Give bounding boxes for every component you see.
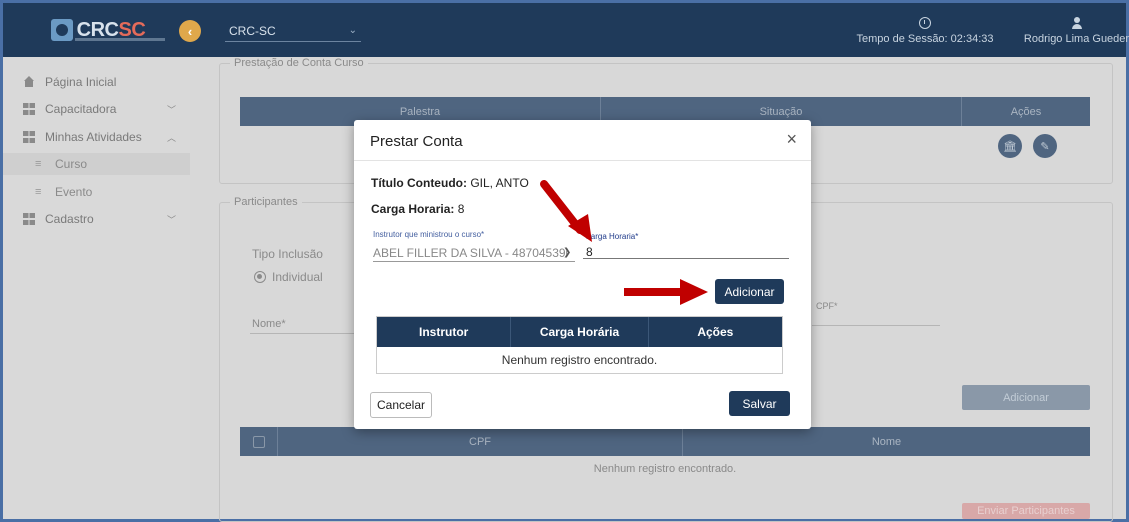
nome-field[interactable] [250, 333, 360, 334]
chevron-left-icon: ‹ [187, 23, 193, 39]
logo-area: CRCSC [3, 3, 193, 57]
participantes-empty-message: Nenhum registro encontrado. [593, 463, 737, 475]
adicionar-instrutor-button[interactable]: Adicionar [715, 279, 784, 304]
carga-horaria-input-value: 8 [586, 245, 593, 259]
select-all-cell [240, 427, 278, 456]
instrutor-select[interactable] [373, 261, 575, 262]
sidebar-item-label: Cadastro [45, 212, 94, 226]
section-legend: Participantes [230, 196, 302, 208]
sidebar-item-label: Minhas Atividades [45, 130, 142, 144]
carga-horaria-input[interactable] [583, 258, 789, 259]
titulo-conteudo-value: GIL, ANTO [466, 176, 529, 190]
sidebar-item-label: Curso [55, 157, 88, 171]
column-header-carga-horaria: Carga Horária [511, 317, 649, 347]
grid-icon [23, 131, 35, 143]
participantes-table-header: CPF Nome [240, 427, 1090, 456]
chevron-down-icon: ⌄ [348, 25, 357, 36]
collapse-sidebar-button[interactable]: ‹ [179, 20, 201, 42]
carga-horaria-label: Carga Horaria: [371, 202, 455, 216]
grid-icon [23, 103, 35, 115]
chevron-down-icon: ﹀ [166, 214, 176, 225]
clock-icon [919, 17, 931, 29]
annotation-arrow-right-icon [624, 279, 708, 305]
tipo-inclusao-label: Tipo Inclusão [252, 247, 323, 261]
carga-horaria-info: Carga Horaria: 8 [371, 202, 464, 216]
user-icon [1071, 17, 1082, 29]
radio-individual[interactable] [254, 271, 266, 283]
session-timer: Tempo de Sessão: 02:34:33 [855, 17, 995, 45]
sidebar-item-label: Página Inicial [45, 75, 117, 89]
cpf-field[interactable] [812, 325, 940, 326]
instrutores-table-header: Instrutor Carga Horária Ações [377, 317, 782, 347]
logo-subtitle-graphic [75, 38, 165, 41]
carga-horaria-value: 8 [454, 202, 465, 216]
chevron-down-icon: ﹀ [166, 104, 176, 115]
cpf-field-label: CPF* [816, 301, 838, 311]
column-header-acoes: Ações [697, 325, 734, 339]
modal-divider [354, 160, 811, 161]
prestar-conta-modal: Prestar Conta × Título Conteudo: GIL, AN… [354, 120, 811, 429]
instrutor-select-value[interactable]: ABEL FILLER DA SILVA - 48704539087 [373, 246, 567, 260]
sidebar: Página Inicial Capacitadora ﹀ Minhas Ati… [3, 57, 190, 519]
edit-icon-button[interactable]: ✎ [1033, 134, 1057, 158]
instrutores-empty-message: Nenhum registro encontrado. [501, 353, 658, 367]
close-icon[interactable]: × [786, 130, 797, 148]
adicionar-participante-button[interactable]: Adicionar [962, 385, 1090, 410]
sidebar-item-label: Capacitadora [45, 102, 117, 116]
salvar-button[interactable]: Salvar [729, 391, 790, 416]
sidebar-item-capacitadora[interactable]: Capacitadora ﹀ [3, 98, 190, 120]
list-icon: ≡ [35, 186, 42, 198]
sidebar-item-cadastro[interactable]: Cadastro ﹀ [3, 208, 190, 230]
bank-icon-button[interactable]: 🏛 [998, 134, 1022, 158]
chevron-down-icon: ❯ [563, 247, 572, 258]
user-name: Rodrigo Lima Gueder [1023, 33, 1129, 45]
sidebar-item-evento[interactable]: ≡ Evento [3, 181, 190, 203]
sidebar-item-minhas-atividades[interactable]: Minhas Atividades ︿ [3, 126, 190, 148]
user-menu[interactable]: Rodrigo Lima Gueder [1021, 17, 1129, 45]
sidebar-item-label: Evento [55, 185, 93, 199]
grid-icon [23, 213, 35, 225]
radio-individual-label: Individual [272, 270, 323, 284]
column-header-nome: Nome [871, 435, 902, 448]
sidebar-item-pagina-inicial[interactable]: Página Inicial [3, 71, 190, 93]
annotation-arrow-down-icon [540, 180, 592, 242]
nome-field-label: Nome* [252, 318, 286, 330]
list-icon: ≡ [35, 158, 42, 170]
top-bar: CRCSC ‹ CRC-SC ⌄ Tempo de Sessão: 02:34:… [3, 3, 1129, 57]
enviar-participantes-button[interactable]: Enviar Participantes [962, 503, 1090, 519]
column-header-instrutor: Instrutor [377, 317, 512, 347]
logo-mark-icon [50, 19, 73, 41]
modal-title: Prestar Conta [370, 133, 463, 150]
titulo-conteudo-info: Título Conteudo: GIL, ANTO [371, 176, 529, 190]
org-select[interactable]: CRC-SC ⌄ [225, 20, 361, 42]
cancelar-button[interactable]: Cancelar [370, 392, 432, 418]
section-legend: Prestação de Conta Curso [230, 57, 368, 69]
select-all-checkbox[interactable] [252, 435, 265, 448]
sidebar-item-curso[interactable]: ≡ Curso [3, 153, 190, 175]
org-select-value: CRC-SC [229, 23, 276, 38]
instrutores-table: Instrutor Carga Horária Ações Nenhum reg… [376, 316, 783, 374]
pencil-icon: ✎ [1040, 140, 1050, 153]
bank-icon: 🏛 [1003, 140, 1017, 153]
column-header-acoes: Ações [1010, 105, 1042, 118]
chevron-up-icon: ︿ [166, 132, 176, 143]
titulo-conteudo-label: Título Conteudo: [371, 176, 467, 190]
home-icon [23, 76, 35, 88]
column-header-cpf: CPF [278, 427, 683, 456]
instrutor-field-label: Instrutor que ministrou o curso* [373, 230, 485, 239]
session-timer-label: Tempo de Sessão: 02:34:33 [856, 33, 994, 45]
